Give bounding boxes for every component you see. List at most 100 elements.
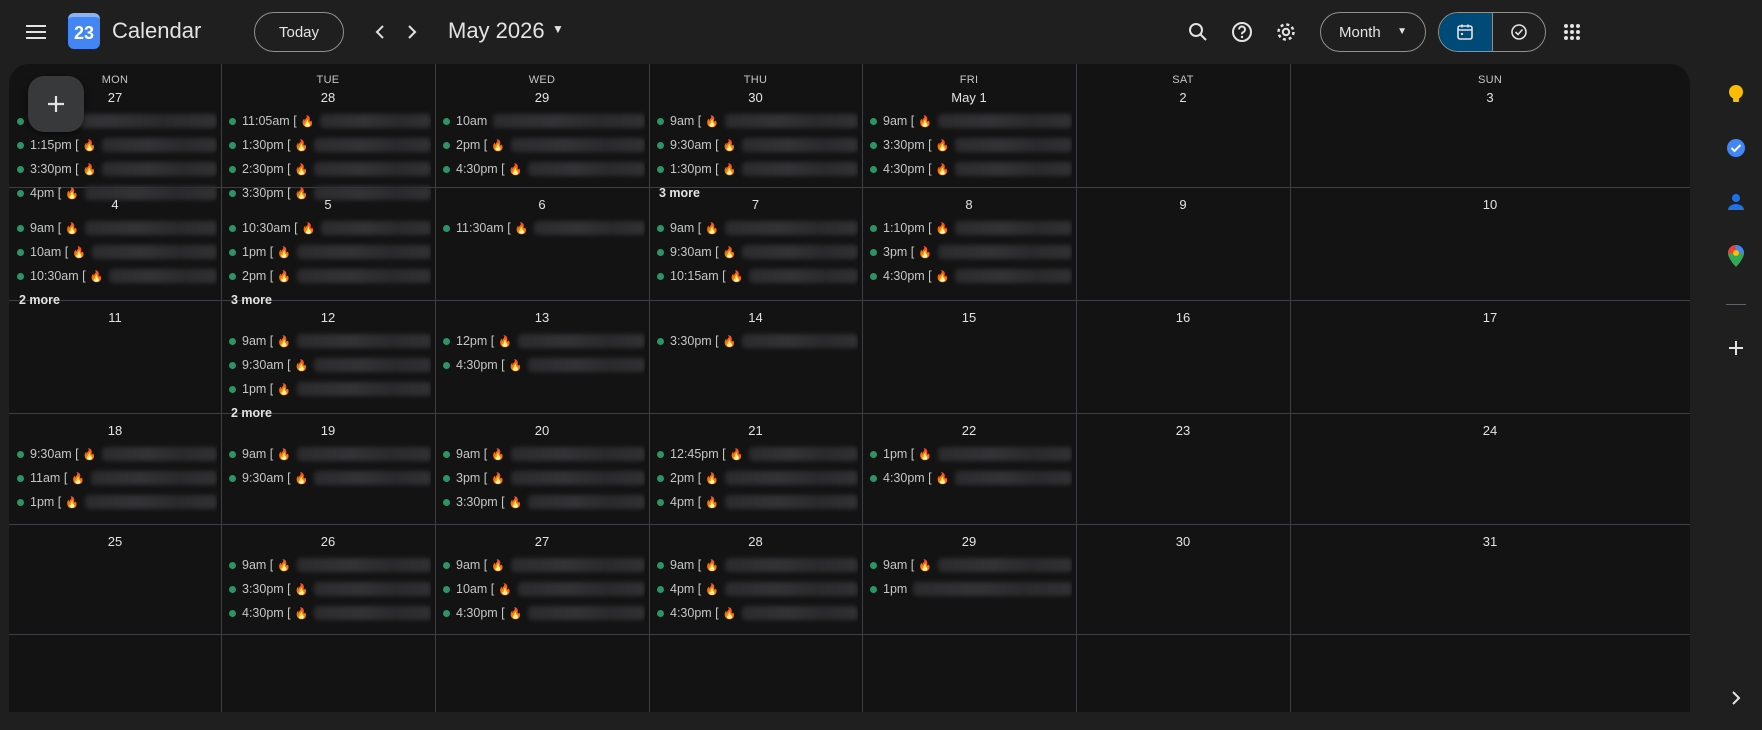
day-cell[interactable]: TUE 28 11:05am [🔥 1:30pm [🔥 2:30pm [🔥 3:30pm … <box>221 64 435 200</box>
day-cell[interactable]: 14 3:30pm [🔥 <box>649 300 862 413</box>
event-chip[interactable]: 9am [🔥 <box>870 110 1072 132</box>
day-number[interactable]: 4 <box>9 197 221 212</box>
day-cell[interactable]: 28 9am [🔥 4pm [🔥 4:30pm [🔥 <box>649 524 862 634</box>
day-number[interactable]: 26 <box>221 534 435 549</box>
day-number[interactable]: 25 <box>9 534 221 549</box>
event-chip[interactable]: 9am [🔥 <box>229 554 431 576</box>
event-chip[interactable]: 4:30pm [🔥 <box>443 602 645 624</box>
contacts-icon[interactable] <box>1720 186 1752 218</box>
day-cell[interactable]: 10 <box>1290 187 1690 300</box>
next-period-button[interactable] <box>392 12 432 52</box>
event-chip[interactable]: 3:30pm [🔥 <box>443 491 645 513</box>
event-chip[interactable]: 9am [🔥 <box>229 443 431 465</box>
day-number[interactable]: 21 <box>649 423 862 438</box>
day-number[interactable]: 29 <box>435 90 649 105</box>
event-chip[interactable]: 9:30am [🔥 <box>229 354 431 376</box>
day-cell[interactable]: 27 9am [🔥 10am [🔥 4:30pm [🔥 <box>435 524 649 634</box>
day-cell[interactable]: SUN 3 <box>1290 64 1690 187</box>
event-chip[interactable]: 1pm [🔥 <box>870 443 1072 465</box>
event-chip[interactable]: 9am [🔥 <box>657 110 858 132</box>
day-number[interactable]: 18 <box>9 423 221 438</box>
event-chip[interactable]: 1pm [🔥 <box>229 241 431 263</box>
day-number[interactable]: 22 <box>862 423 1076 438</box>
day-number[interactable]: 28 <box>221 90 435 105</box>
day-cell[interactable]: 16 <box>1076 300 1290 413</box>
event-chip[interactable]: 2:30pm [🔥 <box>229 158 431 180</box>
event-chip[interactable]: 10:30am [🔥 <box>17 265 217 287</box>
day-cell[interactable]: WED 29 10am 2pm [🔥 4:30pm [🔥 <box>435 64 649 187</box>
event-chip[interactable]: 3pm [🔥 <box>870 241 1072 263</box>
event-chip[interactable]: 2pm [🔥 <box>657 467 858 489</box>
day-number[interactable]: 29 <box>862 534 1076 549</box>
day-cell[interactable]: 7 9am [🔥 9:30am [🔥 10:15am [🔥 <box>649 187 862 300</box>
today-button[interactable]: Today <box>254 12 344 52</box>
day-number[interactable]: 28 <box>649 534 862 549</box>
day-cell[interactable]: 21 12:45pm [🔥 2pm [🔥 4pm [🔥 <box>649 413 862 524</box>
event-chip[interactable]: 9am [🔥 <box>443 554 645 576</box>
event-chip[interactable]: 4:30pm [🔥 <box>443 354 645 376</box>
day-cell[interactable]: 23 <box>1076 413 1290 524</box>
settings-button[interactable] <box>1266 12 1306 52</box>
main-menu-button[interactable] <box>16 12 56 52</box>
event-chip[interactable]: 10am [🔥 <box>17 241 217 263</box>
day-cell[interactable]: FRI May 1 9am [🔥 3:30pm [🔥 4:30pm [🔥 <box>862 64 1076 187</box>
event-chip[interactable]: 4pm [🔥 <box>657 491 858 513</box>
period-title[interactable]: May 2026 <box>448 18 545 44</box>
day-cell[interactable]: 25 <box>9 524 221 634</box>
day-cell[interactable]: 30 <box>1076 524 1290 634</box>
event-chip[interactable]: 3pm [🔥 <box>443 467 645 489</box>
event-chip[interactable]: 9:30am [🔥 <box>17 443 217 465</box>
day-number[interactable]: 10 <box>1290 197 1690 212</box>
caret-down-icon[interactable]: ▼ <box>552 22 564 36</box>
event-chip[interactable]: 1pm <box>870 578 1072 600</box>
event-chip[interactable]: 3:30pm [🔥 <box>17 158 217 180</box>
event-chip[interactable]: 9am [🔥 <box>657 217 858 239</box>
event-chip[interactable]: 2pm [🔥 <box>443 134 645 156</box>
day-cell[interactable]: 4 9am [🔥 10am [🔥 10:30am [🔥 2 more <box>9 187 221 307</box>
day-cell[interactable]: 29 9am [🔥 1pm <box>862 524 1076 634</box>
event-chip[interactable]: 4:30pm [🔥 <box>229 602 431 624</box>
day-cell[interactable]: 24 <box>1290 413 1690 524</box>
day-cell[interactable]: 12 9am [🔥 9:30am [🔥 1pm [🔥 2 more <box>221 300 435 420</box>
tasks-icon[interactable] <box>1720 132 1752 164</box>
event-chip[interactable]: 3:30pm [🔥 <box>229 578 431 600</box>
day-number[interactable]: 15 <box>862 310 1076 325</box>
day-number[interactable]: 31 <box>1290 534 1690 549</box>
day-number[interactable]: 11 <box>9 310 221 325</box>
day-number[interactable]: 6 <box>435 197 649 212</box>
day-number[interactable]: 2 <box>1076 90 1290 105</box>
event-chip[interactable]: 11:05am [🔥 <box>229 110 431 132</box>
search-button[interactable] <box>1178 12 1218 52</box>
event-chip[interactable]: 1:30pm [🔥 <box>657 158 858 180</box>
event-chip[interactable]: 11:30am [🔥 <box>443 217 645 239</box>
event-chip[interactable]: 3:30pm [🔥 <box>870 134 1072 156</box>
event-chip[interactable]: 9:30am [🔥 <box>657 241 858 263</box>
maps-icon[interactable] <box>1720 240 1752 272</box>
event-chip[interactable]: 3:30pm [🔥 <box>657 330 858 352</box>
day-number[interactable]: 13 <box>435 310 649 325</box>
event-chip[interactable]: 1:15pm [🔥 <box>17 134 217 156</box>
view-switcher[interactable]: Month ▼ <box>1320 12 1426 52</box>
day-cell[interactable]: 5 10:30am [🔥 1pm [🔥 2pm [🔥 3 more <box>221 187 435 307</box>
event-chip[interactable]: 10:15am [🔥 <box>657 265 858 287</box>
event-chip[interactable]: 9am [🔥 <box>443 443 645 465</box>
day-cell[interactable]: 19 9am [🔥 9:30am [🔥 <box>221 413 435 524</box>
day-number[interactable]: 17 <box>1290 310 1690 325</box>
event-chip[interactable]: 4pm [🔥 <box>657 578 858 600</box>
tasks-view-toggle[interactable] <box>1491 13 1545 51</box>
event-chip[interactable]: 12:45pm [🔥 <box>657 443 858 465</box>
day-cell[interactable]: 17 <box>1290 300 1690 413</box>
event-chip[interactable]: 4:30pm [🔥 <box>870 158 1072 180</box>
event-chip[interactable]: 12pm [🔥 <box>443 330 645 352</box>
help-button[interactable] <box>1222 12 1262 52</box>
event-chip[interactable]: 1:10pm [🔥 <box>870 217 1072 239</box>
day-number[interactable]: 20 <box>435 423 649 438</box>
event-chip[interactable]: 11am [🔥 <box>17 467 217 489</box>
day-number[interactable]: 7 <box>649 197 862 212</box>
event-chip[interactable]: 4:30pm [🔥 <box>870 265 1072 287</box>
day-cell[interactable]: 18 9:30am [🔥 11am [🔥 1pm [🔥 <box>9 413 221 524</box>
event-chip[interactable]: 9am [🔥 <box>17 217 217 239</box>
day-cell[interactable]: 15 <box>862 300 1076 413</box>
get-add-ons-button[interactable] <box>1720 332 1752 364</box>
keep-icon[interactable] <box>1720 78 1752 110</box>
